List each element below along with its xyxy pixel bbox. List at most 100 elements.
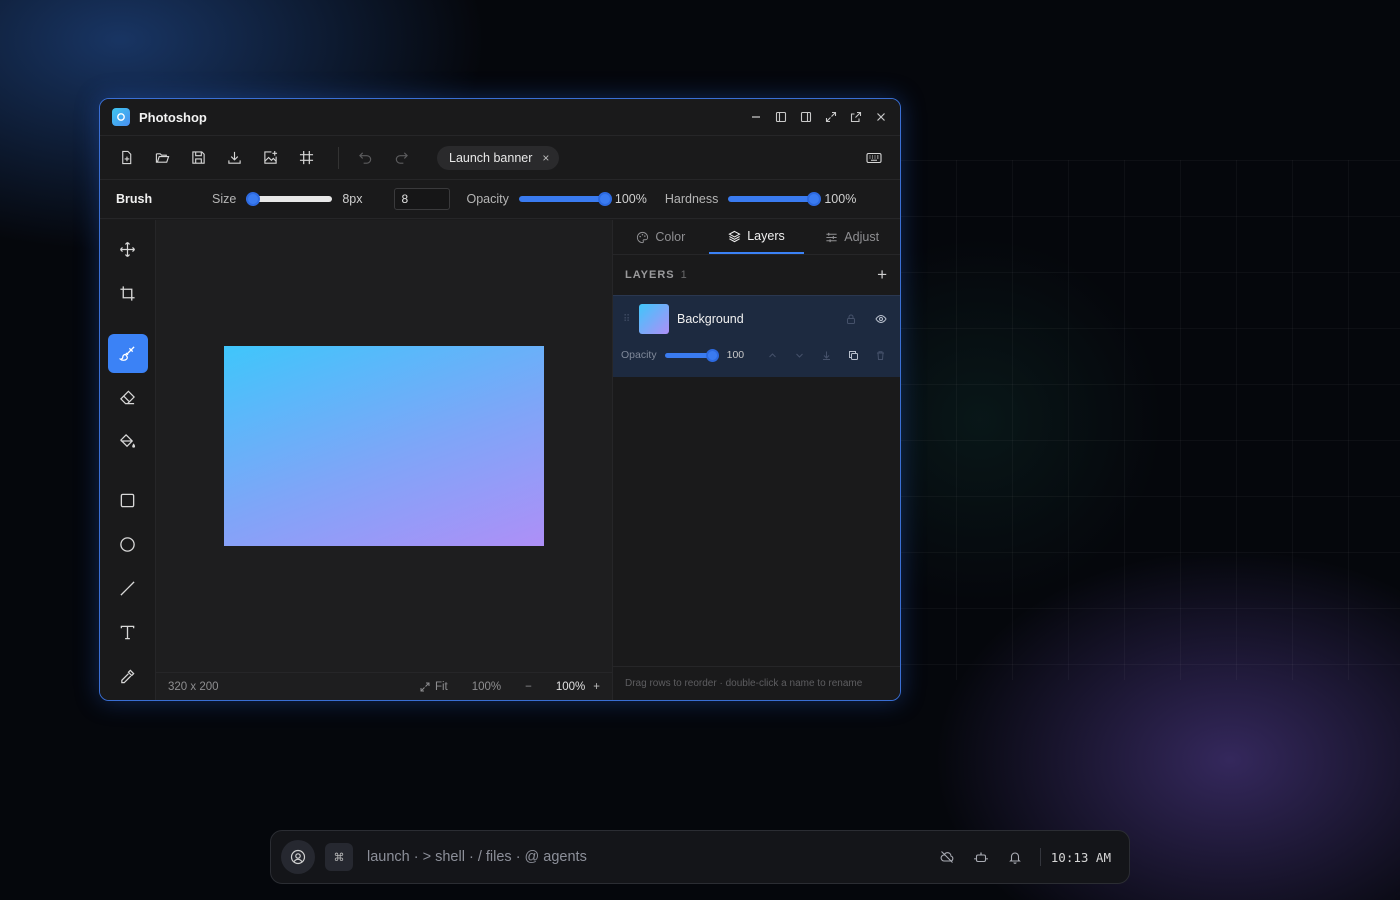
tab-color-label: Color: [655, 230, 686, 244]
rectangle-tool[interactable]: [108, 481, 148, 521]
zoom-in-button[interactable]: +: [593, 681, 600, 693]
opacity-slider[interactable]: [518, 192, 612, 206]
save-icon[interactable]: [188, 148, 208, 168]
fit-button[interactable]: Fit: [420, 681, 448, 693]
delete-layer-icon[interactable]: [874, 349, 886, 361]
close-icon[interactable]: [873, 110, 888, 125]
robot-icon[interactable]: [972, 848, 990, 866]
document-tab-label: Launch banner: [449, 150, 533, 165]
app-logo-icon: [112, 108, 130, 126]
maximize-icon[interactable]: [823, 110, 838, 125]
line-icon: [120, 581, 135, 596]
cloud-off-icon[interactable]: [938, 848, 956, 866]
panel-footer-hint: Drag rows to reorder · double-click a na…: [613, 666, 900, 700]
sidebar-left-icon[interactable]: [773, 110, 788, 125]
download-icon[interactable]: [224, 148, 244, 168]
size-label: Size: [212, 192, 237, 206]
document-tab[interactable]: Launch banner ×: [437, 145, 560, 170]
tab-adjust-label: Adjust: [844, 230, 880, 244]
size-input[interactable]: [394, 188, 451, 210]
eraser-tool[interactable]: [108, 377, 148, 417]
canvas-status-bar: 320 x 200 Fit 100% − 100% +: [156, 672, 612, 700]
document-tab-close-icon[interactable]: ×: [542, 151, 549, 165]
active-tool-name: Brush: [116, 192, 153, 206]
redo-icon[interactable]: [391, 148, 411, 168]
duplicate-layer-icon[interactable]: [847, 349, 859, 361]
text-icon: [120, 625, 135, 640]
rectangle-icon: [120, 494, 135, 508]
taskbar-divider: [1039, 848, 1041, 866]
zoom-level: 100%: [555, 680, 586, 693]
undo-icon[interactable]: [355, 148, 375, 168]
size-slider-knob[interactable]: [246, 192, 261, 206]
drag-handle-icon[interactable]: ⠿: [623, 314, 639, 325]
tab-adjust[interactable]: Adjust: [804, 220, 900, 254]
bell-icon[interactable]: [1006, 848, 1024, 866]
canvas-area[interactable]: 320 x 200 Fit 100% − 100% +: [156, 220, 613, 700]
layer-row[interactable]: ⠿ Background Opacity 100: [613, 295, 900, 377]
add-image-icon[interactable]: [260, 148, 280, 168]
tab-layers-label: Layers: [747, 229, 785, 243]
hardness-value: 100%: [824, 192, 857, 206]
open-folder-icon[interactable]: [152, 148, 172, 168]
title-bar[interactable]: Photoshop: [100, 99, 900, 136]
opacity-label: Opacity: [466, 192, 509, 206]
fit-icon: [420, 682, 430, 691]
fill-tool[interactable]: [108, 421, 148, 461]
hardness-slider[interactable]: [728, 192, 822, 206]
canvas-dimensions: 320 x 200: [168, 680, 219, 693]
merge-down-icon[interactable]: [820, 349, 832, 361]
brush-icon: [119, 346, 135, 361]
tab-layers[interactable]: Layers: [708, 220, 805, 254]
ellipse-tool[interactable]: [108, 525, 148, 565]
crop-icon: [120, 286, 135, 301]
layer-opacity-value: 100: [726, 349, 745, 361]
command-key-icon[interactable]: ⌘: [325, 843, 353, 871]
size-slider[interactable]: [246, 192, 333, 206]
pop-out-icon[interactable]: [848, 110, 863, 125]
tool-palette: [100, 220, 156, 700]
background-grid: [900, 160, 1400, 680]
lock-icon[interactable]: [844, 312, 858, 326]
text-tool[interactable]: [108, 612, 148, 652]
move-tool[interactable]: [108, 230, 148, 270]
user-avatar[interactable]: [281, 840, 315, 874]
eyedropper-tool[interactable]: [108, 656, 148, 696]
layers-title: LAYERS: [625, 269, 675, 281]
launcher-input[interactable]: launch · > shell · / files · @ agents: [367, 849, 587, 865]
new-file-icon[interactable]: [116, 148, 136, 168]
line-tool[interactable]: [108, 569, 148, 609]
layer-opacity-knob[interactable]: [706, 348, 720, 362]
minimize-icon[interactable]: [748, 110, 763, 125]
layer-name[interactable]: Background: [677, 312, 744, 326]
layer-opacity-slider[interactable]: [664, 348, 720, 362]
workspace: 320 x 200 Fit 100% − 100% + Color Layers…: [100, 220, 900, 700]
window-controls: [748, 110, 888, 125]
panel-tabs: Color Layers Adjust: [613, 220, 900, 255]
visibility-eye-icon[interactable]: [874, 312, 888, 326]
layer-opacity-label: Opacity: [621, 349, 657, 361]
zoom-out-button[interactable]: −: [525, 681, 532, 693]
hardness-slider-knob[interactable]: [807, 192, 822, 206]
canvas-size-icon[interactable]: [296, 148, 316, 168]
ellipse-icon: [120, 537, 135, 552]
move-layer-up-icon[interactable]: [766, 349, 778, 361]
zoom-100-button[interactable]: 100%: [472, 681, 501, 693]
add-layer-button[interactable]: +: [877, 265, 888, 285]
move-layer-down-icon[interactable]: [793, 349, 805, 361]
crop-tool[interactable]: [108, 274, 148, 314]
user-circle-icon: [290, 849, 306, 865]
canvas-document[interactable]: [224, 346, 544, 546]
tab-color[interactable]: Color: [613, 220, 709, 254]
opacity-slider-knob[interactable]: [597, 192, 612, 206]
keyboard-icon[interactable]: [866, 149, 884, 167]
brush-tool[interactable]: [107, 333, 148, 374]
move-icon: [119, 242, 136, 258]
sidebar-right-icon[interactable]: [798, 110, 813, 125]
fill-icon: [120, 433, 136, 448]
taskbar: ⌘ launch · > shell · / files · @ agents …: [270, 830, 1130, 884]
clock: 10:13 AM: [1050, 849, 1111, 865]
sliders-icon: [826, 232, 837, 242]
eyedropper-icon: [121, 669, 135, 683]
layers-header: LAYERS 1 +: [613, 255, 900, 295]
